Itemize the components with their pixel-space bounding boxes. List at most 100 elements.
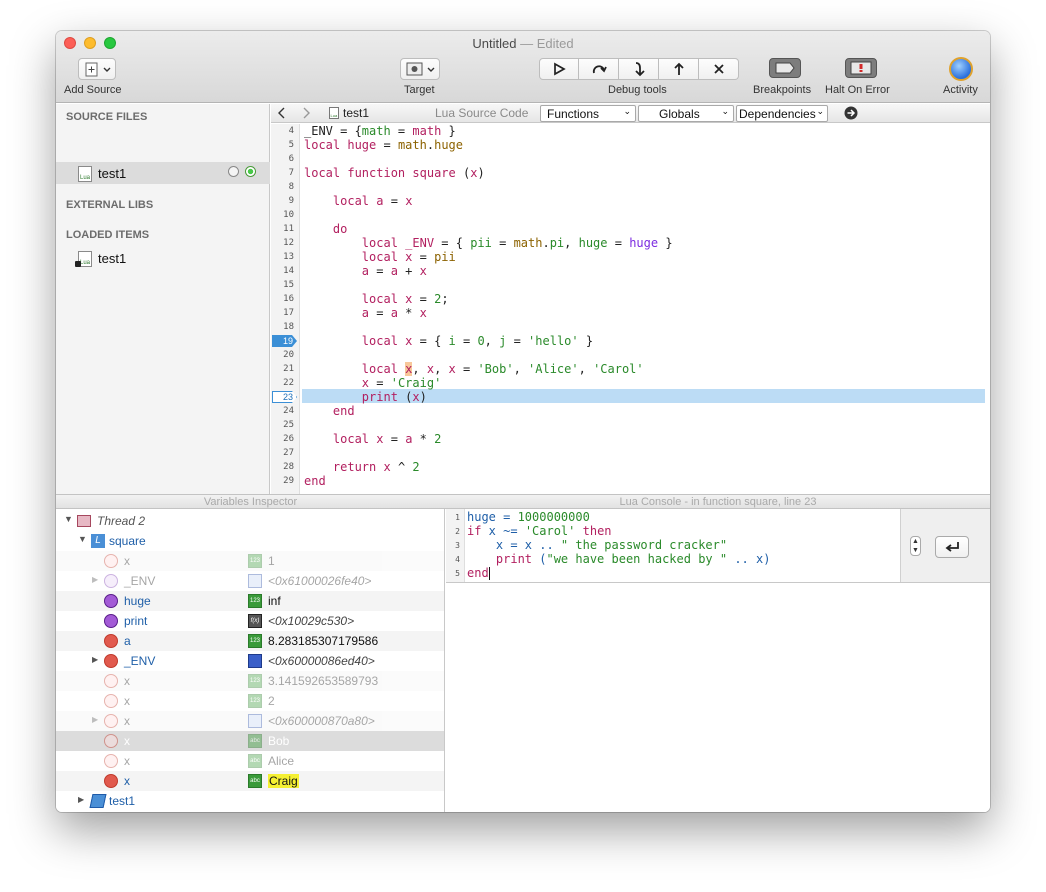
variable-name: x [124, 774, 130, 788]
code-line: local x = pii [361, 250, 456, 264]
globals-popup[interactable]: Globals ⌄ [638, 105, 734, 122]
number-type-icon: 123 [248, 634, 262, 648]
disclosure-triangle-icon[interactable]: ▼ [64, 514, 73, 524]
disclosure-triangle-icon[interactable]: ▶ [92, 575, 98, 584]
local-variable-icon [104, 634, 118, 648]
thread-row[interactable]: ▼ Thread 2 [56, 511, 444, 531]
variable-row[interactable]: x 123 2 [56, 691, 444, 711]
execute-button[interactable] [935, 536, 969, 558]
variable-row[interactable]: print f(x) <0x10029c530> [56, 611, 444, 631]
console-input[interactable]: huge = 1000000000 if x ~= 'Carol' then x… [466, 509, 900, 582]
line-number: 4 [455, 555, 460, 564]
line-number: 28 [283, 462, 294, 472]
toolbar: Untitled — Edited Add Source Target Debu… [56, 31, 990, 103]
variable-row[interactable]: ▶ _ENV <0x61000026fe40> [56, 571, 444, 591]
code-line: print (x) [361, 390, 427, 404]
history-stepper[interactable]: ▲ ▼ [910, 536, 921, 556]
lock-icon [75, 261, 81, 267]
number-type-icon: 123 [248, 674, 262, 688]
table-type-icon [248, 574, 262, 588]
target-button[interactable] [400, 58, 440, 80]
line-number: 29 [283, 476, 294, 486]
run-button[interactable] [539, 58, 579, 80]
variable-value: inf [268, 594, 281, 608]
halt-on-error-button[interactable] [845, 58, 877, 78]
functions-popup[interactable]: Functions ⌄ [540, 105, 636, 122]
current-line-marker: 23 [272, 391, 297, 403]
globals-popup-label: Globals [659, 107, 700, 121]
code-line: local x = { i = 0, j = 'hello' } [361, 334, 594, 348]
line-number: 2 [455, 527, 460, 536]
variable-row[interactable]: a 123 8.283185307179586 [56, 631, 444, 651]
breakpoint-marker[interactable]: 19 [272, 335, 297, 347]
go-arrow-icon[interactable] [844, 106, 858, 120]
variable-row[interactable]: huge 123 inf [56, 591, 444, 611]
panel-header-bar: Variables Inspector Lua Console - in fun… [56, 494, 990, 509]
number-type-icon: 123 [248, 594, 262, 608]
halt-on-error-label: Halt On Error [825, 84, 890, 96]
variable-name: _ENV [124, 574, 156, 588]
variable-row[interactable]: ▶ x <0x600000870a80> [56, 711, 444, 731]
step-out-button[interactable] [659, 58, 699, 80]
variable-row[interactable]: x abc Alice [56, 751, 444, 771]
line-number: 22 [283, 378, 294, 388]
back-arrow-icon[interactable] [277, 107, 287, 119]
add-source-button[interactable] [78, 58, 116, 80]
breakpoint-tag-icon [775, 62, 795, 74]
settings-circle-icon[interactable] [228, 166, 239, 177]
line-number: 15 [283, 280, 294, 290]
line-number: 9 [288, 196, 294, 206]
code-line: end [332, 404, 355, 418]
function-row[interactable]: ▼ L square [56, 531, 444, 551]
editor-file-name[interactable]: test1 [343, 106, 369, 120]
source-file-item[interactable]: Lua test1 [56, 162, 270, 184]
error-tag-icon [850, 61, 872, 75]
step-into-button[interactable] [619, 58, 659, 80]
upvalue-icon [104, 594, 118, 608]
code-editor[interactable]: _ENV = {math = math } local huge = math.… [301, 124, 990, 494]
add-source-label: Add Source [64, 84, 122, 96]
variable-row[interactable]: x abc Bob [56, 731, 444, 751]
add-file-icon [85, 62, 111, 77]
activity-icon[interactable] [949, 57, 973, 81]
line-number: 14 [283, 266, 294, 276]
disclosure-triangle-icon[interactable]: ▼ [78, 534, 87, 544]
chevron-down-icon: ⌄ [721, 106, 729, 116]
variable-row[interactable]: x abc Craig [56, 771, 444, 791]
breakpoints-button[interactable] [769, 58, 801, 78]
variable-name: x [124, 674, 130, 688]
variables-inspector-title: Variables Inspector [203, 496, 298, 508]
external-libs-header: EXTERNAL LIBS [66, 199, 154, 211]
line-number: 16 [283, 294, 294, 304]
disclosure-triangle-icon[interactable]: ▶ [92, 655, 98, 664]
variable-name: x [124, 554, 130, 568]
line-number: 26 [283, 434, 294, 444]
disclosure-triangle-icon[interactable]: ▶ [92, 715, 98, 724]
step-over-button[interactable] [579, 58, 619, 80]
console-output[interactable] [446, 583, 990, 812]
code-line: a = a * x [361, 306, 427, 320]
chunk-row[interactable]: ▶ test1 [56, 791, 444, 811]
variable-row[interactable]: x 123 1 [56, 551, 444, 571]
disclosure-triangle-icon[interactable]: ▶ [78, 795, 84, 804]
breakpoints-label: Breakpoints [753, 84, 812, 96]
local-variable-icon [104, 774, 118, 788]
local-variable-icon [104, 694, 118, 708]
loaded-item[interactable]: Lua test1 [56, 247, 270, 269]
play-icon [554, 62, 566, 76]
code-line: local huge = math.huge [304, 138, 463, 152]
code-line: local x = a * 2 [332, 432, 442, 446]
variable-row[interactable]: x 123 3.141592653589793 [56, 671, 444, 691]
loaded-status-icon[interactable] [245, 166, 256, 177]
editor-navigation-bar: Lua test1 Lua Source Code Functions ⌄ Glo… [271, 104, 990, 123]
line-number: 12 [283, 238, 294, 248]
string-type-icon: abc [248, 774, 262, 788]
lua-file-icon: Lua [78, 166, 92, 182]
line-number: 4 [288, 126, 294, 136]
dependencies-popup[interactable]: Dependencies ⌄ [736, 105, 828, 122]
stop-button[interactable] [699, 58, 739, 80]
thread-icon [77, 515, 91, 527]
editor-language: Lua Source Code [435, 106, 529, 120]
variable-row[interactable]: ▶ _ENV <0x60000086ed40> [56, 651, 444, 671]
forward-arrow-icon[interactable] [301, 107, 311, 119]
